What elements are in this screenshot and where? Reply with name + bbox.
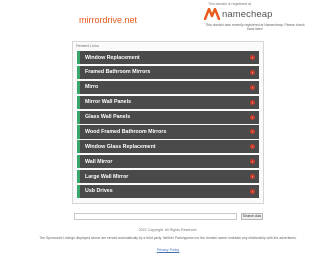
domain-title: mirrordrive.net — [79, 15, 138, 25]
related-link[interactable]: Mirro › — [77, 80, 259, 94]
disclaimer-text: The Sponsored Listings displayed above a… — [39, 236, 297, 240]
related-link[interactable]: Glass Wall Panels › — [77, 110, 259, 124]
related-link[interactable]: Window Glass Replacement › — [77, 140, 259, 154]
related-link[interactable]: Wall Mirror › — [77, 155, 259, 169]
arrow-right-icon: › — [250, 84, 255, 90]
arrow-right-icon: › — [250, 129, 255, 135]
privacy-policy-link[interactable]: Privacy Policy — [0, 248, 336, 252]
related-link-label: Glass Wall Panels — [85, 114, 131, 121]
related-link[interactable]: Framed Bathroom Mirrors › — [77, 65, 259, 80]
search-bar: Search Ads — [74, 213, 264, 221]
related-link[interactable]: Usb Drives › — [77, 184, 259, 199]
related-link-label: Window Replacement — [85, 54, 140, 61]
related-link-label: Mirro — [85, 84, 99, 91]
related-link-label: Mirror Wall Panels — [85, 99, 132, 106]
related-link[interactable]: Large Wall Mirror › — [77, 170, 259, 184]
related-link[interactable]: Window Replacement › — [77, 51, 259, 65]
related-link[interactable]: Mirror Wall Panels › — [77, 95, 259, 109]
registrar-name: namecheap — [222, 8, 273, 20]
search-input[interactable] — [74, 213, 237, 220]
related-link-label: Wall Mirror — [85, 158, 113, 165]
related-links-heading: Related Links — [76, 44, 100, 48]
namecheap-logo[interactable]: namecheap — [204, 8, 273, 20]
registrar-tagline: This domain was recently registered at N… — [205, 23, 305, 32]
arrow-right-icon: › — [250, 114, 255, 120]
arrow-right-icon: › — [250, 144, 255, 150]
copyright-text: 2022 Copyright. All Rights Reserved. — [138, 228, 198, 232]
related-links-list: Window Replacement › Framed Bathroom Mir… — [77, 51, 259, 200]
related-link-label: Framed Bathroom Mirrors — [85, 69, 151, 76]
arrow-right-icon: › — [250, 159, 255, 165]
related-link-label: Large Wall Mirror — [85, 173, 129, 180]
arrow-right-icon: › — [250, 188, 255, 194]
arrow-right-icon: › — [250, 69, 255, 75]
search-ads-button[interactable]: Search Ads — [241, 213, 263, 220]
related-link-label: Wood Framed Bathroom Mirrors — [85, 128, 167, 135]
related-link-label: Window Glass Replacement — [85, 143, 156, 150]
arrow-right-icon: › — [250, 55, 255, 61]
related-link-label: Usb Drives — [85, 188, 113, 195]
arrow-right-icon: › — [250, 99, 255, 105]
arrow-right-icon: › — [250, 174, 255, 180]
namecheap-n-icon — [204, 8, 220, 20]
registrar-note: This domain is registered at — [208, 2, 251, 6]
related-links-panel: Related Links Window Replacement › Frame… — [72, 41, 264, 204]
related-link[interactable]: Wood Framed Bathroom Mirrors › — [77, 125, 259, 139]
